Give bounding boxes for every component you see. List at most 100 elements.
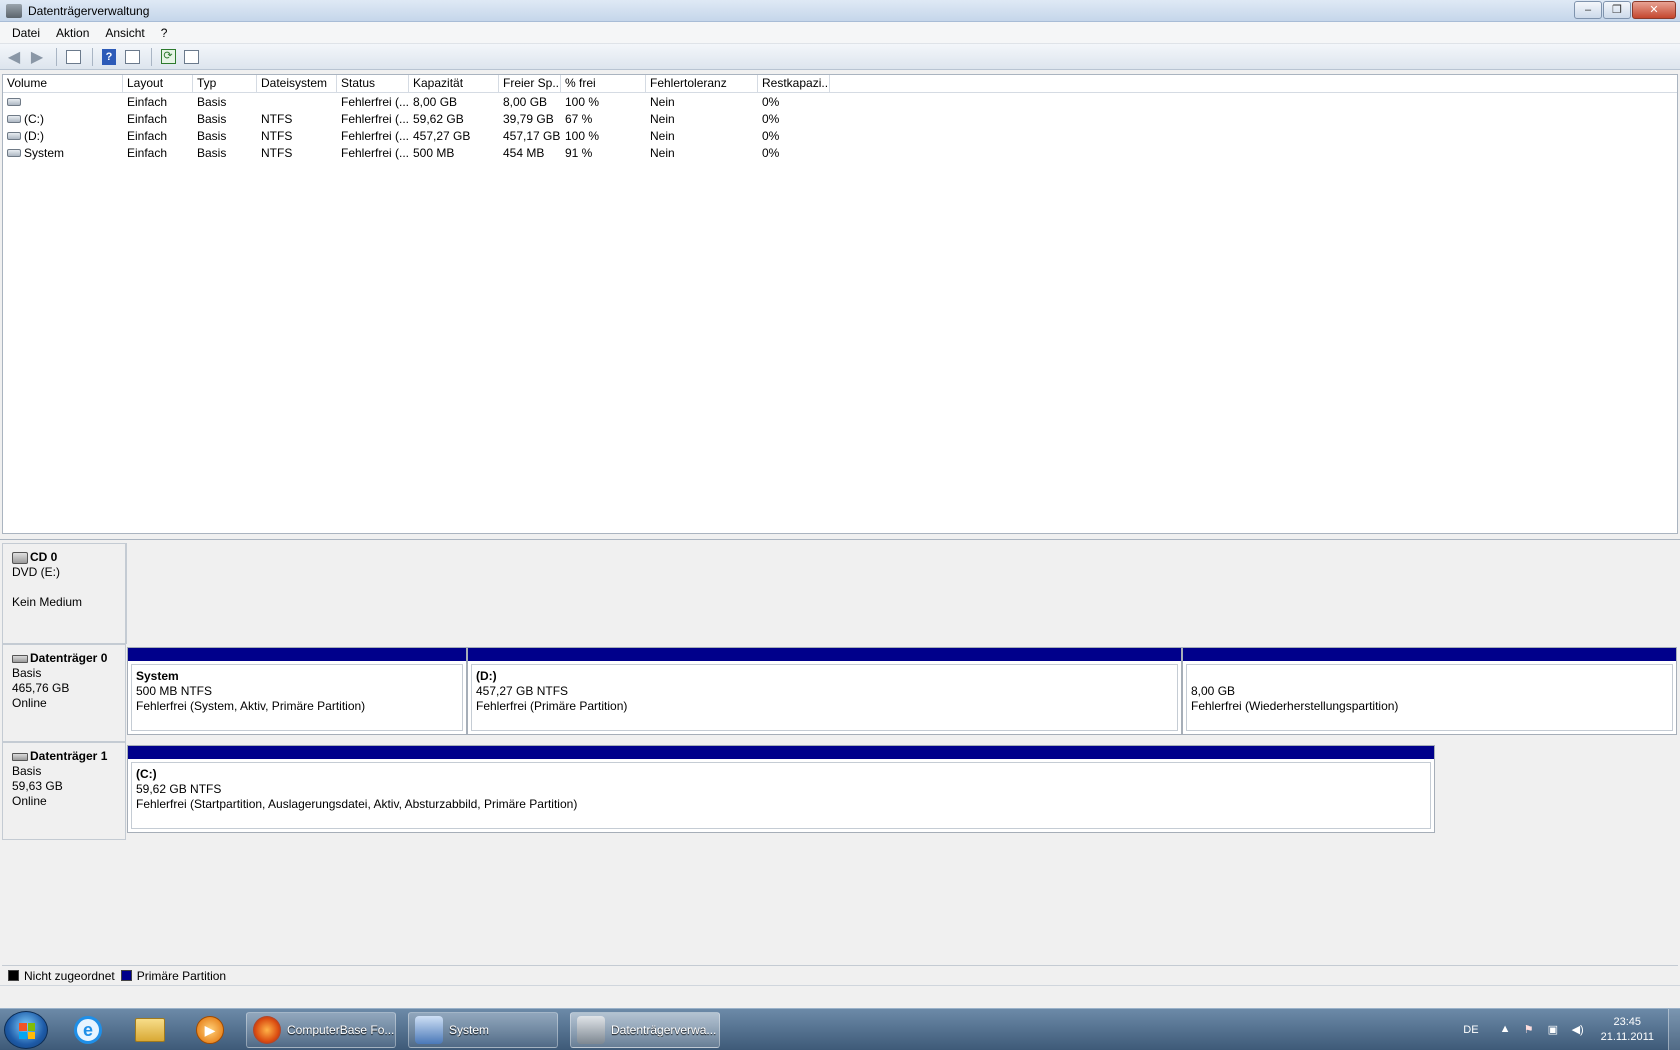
show-hidden-icons-icon[interactable]: ▲ [1500,1023,1514,1037]
taskbar-item-label: System [449,1023,490,1037]
clock[interactable]: 23:45 21.11.2011 [1601,1015,1654,1045]
volume-cell-filesystem: NTFS [261,111,293,126]
minimize-button[interactable]: – [1574,1,1602,19]
volume-cell-overhead: 0% [762,128,780,143]
hard-disk-icon [12,654,28,663]
folder-icon [135,1018,165,1042]
column-header-status[interactable]: Status [337,75,409,92]
partition-color-bar [1183,648,1676,661]
volume-cell-capacity: 500 MB [413,145,455,160]
volume-cell-fault-tolerance: Nein [650,145,675,160]
volume-cell-type: Basis [197,145,227,160]
cd0-empty-area[interactable] [126,543,1678,644]
taskbar-item-system[interactable]: System [408,1012,558,1048]
volume-name: System [24,145,65,160]
disk-label-disk1[interactable]: Datenträger 1 Basis 59,63 GB Online [2,742,126,840]
properties-icon [183,49,199,64]
legend-swatch-primary [120,970,132,981]
taskbar-item-disk-management[interactable]: Datenträgerverwa... [570,1012,720,1048]
disk-state: Online [12,794,47,808]
disk-label-disk0[interactable]: Datenträger 0 Basis 465,76 GB Online [2,644,126,742]
taskbar-item-firefox[interactable]: ComputerBase Fo... [246,1012,396,1048]
volume-list[interactable]: Volume Layout Typ Dateisystem Status Kap… [2,74,1678,534]
column-header-capacity[interactable]: Kapazität [409,75,499,92]
action-center-icon[interactable]: ⚑ [1524,1023,1538,1037]
disk-row-disk0: Datenträger 0 Basis 465,76 GB Online Sys… [2,644,1678,742]
toolbar-separator [56,47,57,66]
partition-size: 500 MB NTFS [136,684,213,698]
action-pane-button[interactable] [122,47,142,67]
menu-datei[interactable]: Datei [4,26,48,40]
volume-row[interactable]: (C:) Einfach Basis NTFS Fehlerfrei (... … [3,110,1677,127]
partition-size: 59,62 GB NTFS [136,782,222,796]
volume-icon[interactable]: ◀) [1572,1023,1586,1037]
legend: Nicht zugeordnet Primäre Partition [2,965,1678,985]
disk-label-cd0[interactable]: CD 0 DVD (E:) Kein Medium [2,543,126,644]
partition-name [1191,669,1672,684]
disk-name: Datenträger 0 [30,651,108,665]
volume-cell-layout: Einfach [127,111,168,126]
partition-color-bar [128,648,466,661]
volume-cell-fault-tolerance: Nein [650,128,675,143]
volume-cell-status: Fehlerfrei (... [341,128,409,143]
volume-cell-type: Basis [197,128,227,143]
partition-status: Fehlerfrei (System, Aktiv, Primäre Parti… [136,699,366,713]
column-header-type[interactable]: Typ [193,75,257,92]
volume-row[interactable]: Einfach Basis Fehlerfrei (... 8,00 GB 8,… [3,93,1677,110]
system-tray: DE ▲ ⚑ ▣ ◀) 23:45 21.11.2011 [1463,1009,1680,1050]
disk-name: Datenträger 1 [30,749,108,763]
show-hide-console-tree-button[interactable] [63,47,83,67]
menu-ansicht[interactable]: Ansicht [97,26,152,40]
network-icon[interactable]: ▣ [1548,1023,1562,1037]
back-arrow-icon[interactable]: ◀ [4,47,24,67]
column-header-percent-free[interactable]: % frei [561,75,646,92]
pinned-explorer[interactable] [124,1013,176,1047]
column-header-filesystem[interactable]: Dateisystem [257,75,337,92]
volume-cell-overhead: 0% [762,94,780,109]
partition-status: Fehlerfrei (Startpartition, Auslagerungs… [136,797,578,811]
forward-arrow-icon[interactable]: ▶ [27,47,47,67]
column-header-fault-tolerance[interactable]: Fehlertoleranz [646,75,758,92]
drive-icon [7,149,21,158]
volume-row[interactable]: (D:) Einfach Basis NTFS Fehlerfrei (... … [3,127,1677,144]
volume-cell-layout: Einfach [127,128,168,143]
start-button[interactable] [4,1011,48,1049]
status-bar [0,985,1680,1008]
column-header-overhead[interactable]: Restkapazi... [758,75,830,92]
partition-c[interactable]: (C:) 59,62 GB NTFS Fehlerfrei (Startpart… [127,745,1435,833]
hard-disk-icon [12,752,28,761]
partition-name: (C:) [136,767,157,781]
language-indicator[interactable]: DE [1463,1024,1478,1036]
partition-color-bar [128,746,1434,759]
pinned-media-player[interactable]: ▶ [184,1013,236,1047]
partition-d[interactable]: (D:) 457,27 GB NTFS Fehlerfrei (Primäre … [467,647,1182,735]
help-button[interactable]: ? [99,47,119,67]
menu-aktion[interactable]: Aktion [48,26,97,40]
volume-cell-overhead: 0% [762,111,780,126]
menu-help[interactable]: ? [153,26,176,40]
properties-button[interactable] [181,47,201,67]
partition-name: (D:) [476,669,497,683]
volume-cell-fault-tolerance: Nein [650,94,675,109]
internet-explorer-icon: e [74,1016,102,1044]
volume-cell-name: (D:) [3,129,123,143]
close-button[interactable]: ✕ [1632,1,1676,19]
partition-recovery[interactable]: 8,00 GB Fehlerfrei (Wiederherstellungspa… [1182,647,1677,735]
refresh-button[interactable]: ⟳ [158,47,178,67]
disk-type: Basis [12,764,42,778]
volume-row[interactable]: System Einfach Basis NTFS Fehlerfrei (..… [3,144,1677,161]
maximize-button[interactable]: ❐ [1603,1,1631,19]
cd-drive-icon [12,551,28,564]
column-header-volume[interactable]: Volume [3,75,123,92]
legend-label: Primäre Partition [136,968,227,983]
media-player-icon: ▶ [196,1016,224,1044]
column-header-layout[interactable]: Layout [123,75,193,92]
show-desktop-button[interactable] [1668,1009,1680,1050]
pinned-internet-explorer[interactable]: e [62,1013,114,1047]
volume-cell-percent-free: 67 % [565,111,593,126]
column-header-free-space[interactable]: Freier Sp... [499,75,561,92]
volume-cell-percent-free: 91 % [565,145,593,160]
console-tree-icon [65,49,81,64]
disk-type: Basis [12,666,42,680]
partition-system[interactable]: System 500 MB NTFS Fehlerfrei (System, A… [127,647,467,735]
